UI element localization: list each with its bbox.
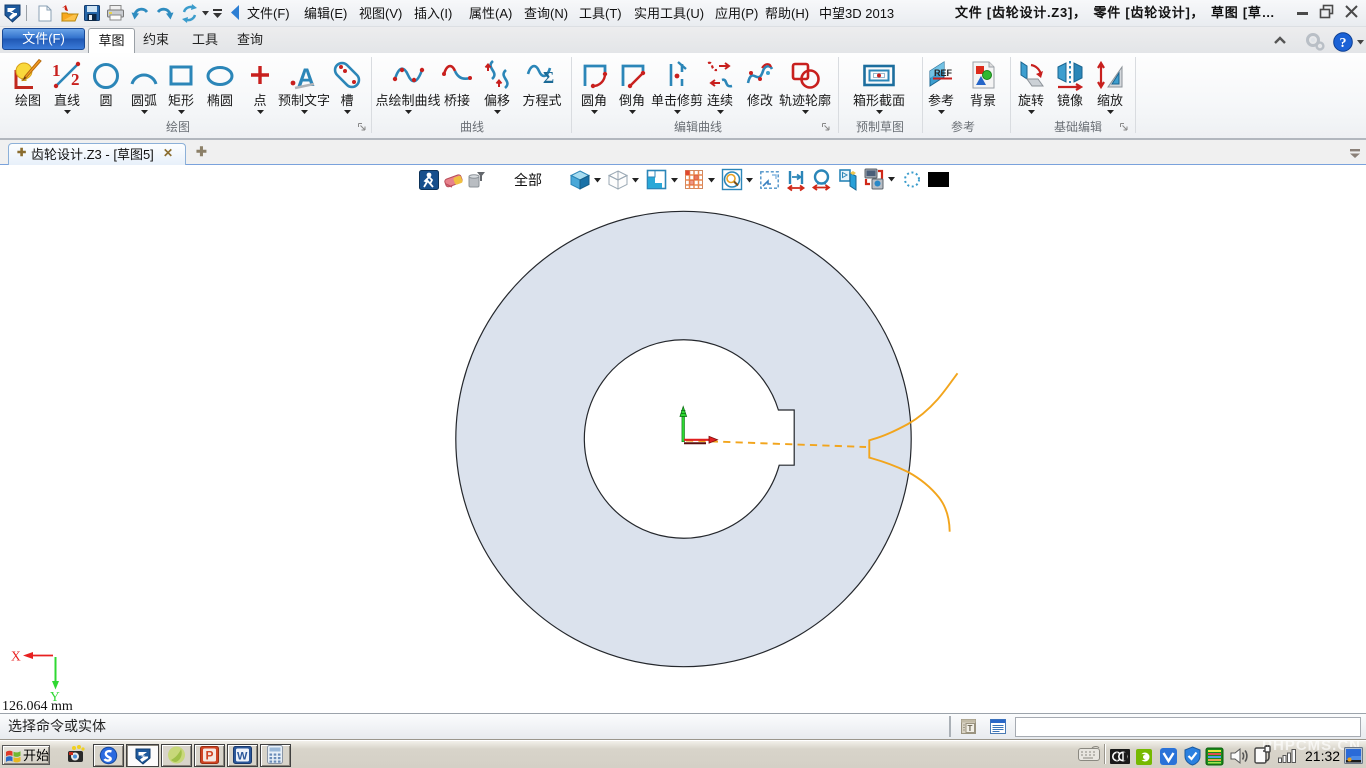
svg-text:Σ: Σ <box>543 68 554 87</box>
svg-text:1: 1 <box>52 61 61 80</box>
svg-text:W: W <box>237 751 248 763</box>
svg-text:T: T <box>968 724 973 733</box>
svg-text:X: X <box>11 649 21 664</box>
svg-text:P: P <box>206 749 214 763</box>
svg-text:126.064 mm: 126.064 mm <box>2 699 73 714</box>
svg-text:REF: REF <box>934 68 953 78</box>
svg-text:?: ? <box>1340 36 1347 51</box>
svg-text:2: 2 <box>71 70 80 89</box>
